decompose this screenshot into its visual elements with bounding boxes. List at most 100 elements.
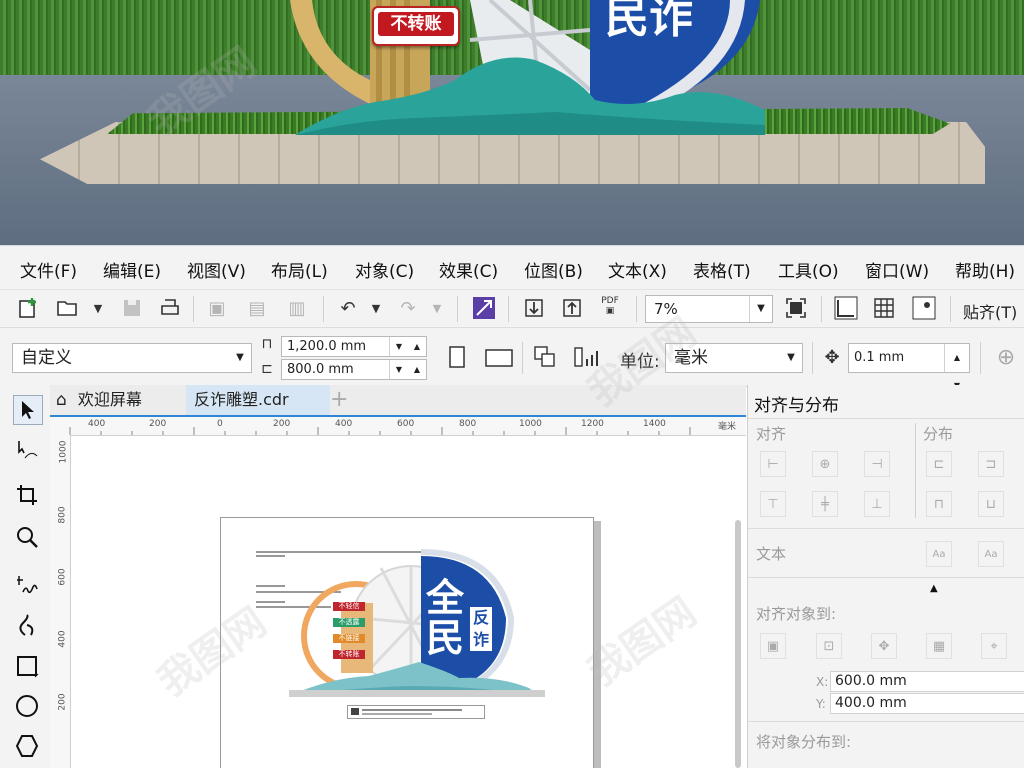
page-width-stepper[interactable]: ▼ ▲ [389,337,426,356]
zoom-level-combo[interactable]: 7% ▼ [645,295,773,323]
nudge-distance-stepper[interactable]: ▲▼ [944,344,969,390]
undo-icon[interactable]: ↶ [336,296,360,320]
search-content-icon[interactable] [472,296,496,320]
align-to-active-object-icon[interactable]: ▣ [760,633,786,659]
menu-window[interactable]: 窗口(W) [865,257,929,282]
ellipse-tool-icon[interactable] [13,692,41,720]
rectangle-tool-icon[interactable] [13,652,41,680]
x-position-field[interactable]: 600.0 mm [830,671,1024,692]
align-top-icon[interactable]: ⊤ [760,491,786,517]
drawing-canvas[interactable]: 不轻信 不透露 不链接 不转账 全 民 反 诈 [71,436,746,768]
align-bottom-icon[interactable]: ⊥ [864,491,890,517]
menu-object[interactable]: 对象(C) [355,257,414,282]
import-icon[interactable] [522,296,546,320]
cut-icon[interactable]: ▣ [205,296,229,320]
add-tab-icon[interactable]: + [330,385,352,415]
page-preset-chevron-down-icon[interactable]: ▼ [229,344,251,372]
distribute-bottom-icon[interactable]: ⊔ [978,491,1004,517]
open-recent-chevron-down-icon[interactable]: ▼ [86,296,110,320]
redo-chevron-down-icon[interactable]: ▼ [425,296,449,320]
zoom-tool-icon[interactable] [13,523,41,551]
full-screen-icon[interactable] [784,296,808,320]
ruler-tick-label: 0 [217,419,223,429]
ruler-tick-label: 200 [149,419,167,429]
redo-icon[interactable]: ↷ [396,296,420,320]
polygon-tool-icon[interactable] [13,732,41,760]
zoom-chevron-down-icon[interactable]: ▼ [749,296,772,322]
menu-layout[interactable]: 布局(L) [271,257,328,282]
menu-bitmaps[interactable]: 位图(B) [524,257,583,282]
tab-welcome-screen[interactable]: ⌂ 欢迎屏幕 [50,385,188,415]
landscape-icon[interactable] [484,345,514,369]
distribute-section-label: 分布 [923,425,954,443]
ruler-tick-label: 1000 [58,440,69,464]
menu-edit[interactable]: 编辑(E) [103,257,161,282]
nudge-distance-icon: ✥ [824,346,840,368]
align-to-page-center-icon[interactable]: ✥ [871,633,897,659]
align-to-grid-icon[interactable]: ▦ [926,633,952,659]
menu-file[interactable]: 文件(F) [20,257,77,282]
crop-tool-icon[interactable] [13,481,41,509]
nudge-distance-field[interactable]: 0.1 mm ▲▼ [848,343,970,390]
document-page[interactable]: 不轻信 不透露 不链接 不转账 全 民 反 诈 [220,517,594,768]
align-left-icon[interactable]: ⊢ [760,451,786,477]
units-combo[interactable]: 毫米 ▼ [665,343,803,373]
align-to-page-edge-icon[interactable]: ⊡ [816,633,842,659]
align-center-vertical-icon[interactable]: ╪ [812,491,838,517]
new-document-icon[interactable] [16,296,40,320]
units-chevron-down-icon[interactable]: ▼ [780,344,802,372]
distribute-left-icon[interactable]: ⊏ [926,451,952,477]
open-folder-icon[interactable] [55,296,79,320]
show-guidelines-icon[interactable] [912,296,936,320]
sculpture-artwork[interactable] [221,518,593,768]
export-icon[interactable] [560,296,584,320]
page-preset-value: 自定义 [21,348,72,368]
page-height-field[interactable]: 800.0 mm ▼ ▲ [281,359,427,380]
paste-icon[interactable]: ▥ [285,296,309,320]
distribute-top-icon[interactable]: ⊓ [926,491,952,517]
pick-tool-icon[interactable] [13,395,43,425]
align-to-point-icon[interactable]: ⌖ [981,633,1007,659]
sign-char-fan: 反 [470,607,492,629]
menu-view[interactable]: 视图(V) [187,257,246,282]
vertical-ruler: 1000 800 600 400 200 [50,435,71,768]
show-rulers-icon[interactable] [834,296,858,320]
undo-chevron-down-icon[interactable]: ▼ [364,296,388,320]
align-center-horizontal-icon[interactable]: ⊕ [812,451,838,477]
text-align-baseline-icon[interactable]: Aa [926,541,952,567]
menu-bar: 文件(F) 编辑(E) 视图(V) 布局(L) 对象(C) 效果(C) 位图(B… [0,245,1024,290]
menu-text[interactable]: 文本(X) [608,257,667,282]
vertical-scrollbar[interactable] [735,520,741,768]
ruler-tick-label: 1400 [643,419,666,429]
menu-help[interactable]: 帮助(H) [955,257,1015,282]
page-size-preset-combo[interactable]: 自定义 ▼ [12,343,252,373]
add-circle-icon[interactable]: ⊕ [994,345,1018,370]
teal-hills [295,57,765,135]
align-right-icon[interactable]: ⊣ [864,451,890,477]
current-page-icon[interactable] [573,345,601,369]
home-icon: ⌂ [56,390,67,410]
shape-tool-icon[interactable] [13,436,41,464]
badge-text: 不转账 [378,12,454,36]
distribute-center-icon[interactable]: ⊐ [978,451,1004,477]
collapse-chevron-up-icon[interactable]: ▲ [930,583,938,594]
freehand-tool-icon[interactable] [13,571,41,599]
page-width-field[interactable]: 1,200.0 mm ▼ ▲ [281,336,427,357]
badge-no-transfer: 不转账 [372,6,460,46]
copy-icon[interactable]: ▤ [245,296,269,320]
print-icon[interactable] [158,296,182,320]
menu-table[interactable]: 表格(T) [693,257,751,282]
page-height-stepper[interactable]: ▼ ▲ [389,360,426,379]
all-pages-icon[interactable] [533,345,557,369]
publish-pdf-icon[interactable]: PDF ▣ [598,294,622,318]
menu-tools[interactable]: 工具(O) [778,257,839,282]
save-icon[interactable] [120,296,144,320]
tab-document[interactable]: 反诈雕塑.cdr [186,385,330,415]
text-align-bbox-icon[interactable]: Aa [978,541,1004,567]
artistic-media-tool-icon[interactable] [13,611,41,639]
portrait-icon[interactable] [445,345,469,369]
y-position-field[interactable]: 400.0 mm [830,693,1024,714]
snap-to-menu[interactable]: 贴齐(T) [963,299,1017,323]
menu-effects[interactable]: 效果(C) [439,257,498,282]
show-grid-icon[interactable] [872,296,896,320]
